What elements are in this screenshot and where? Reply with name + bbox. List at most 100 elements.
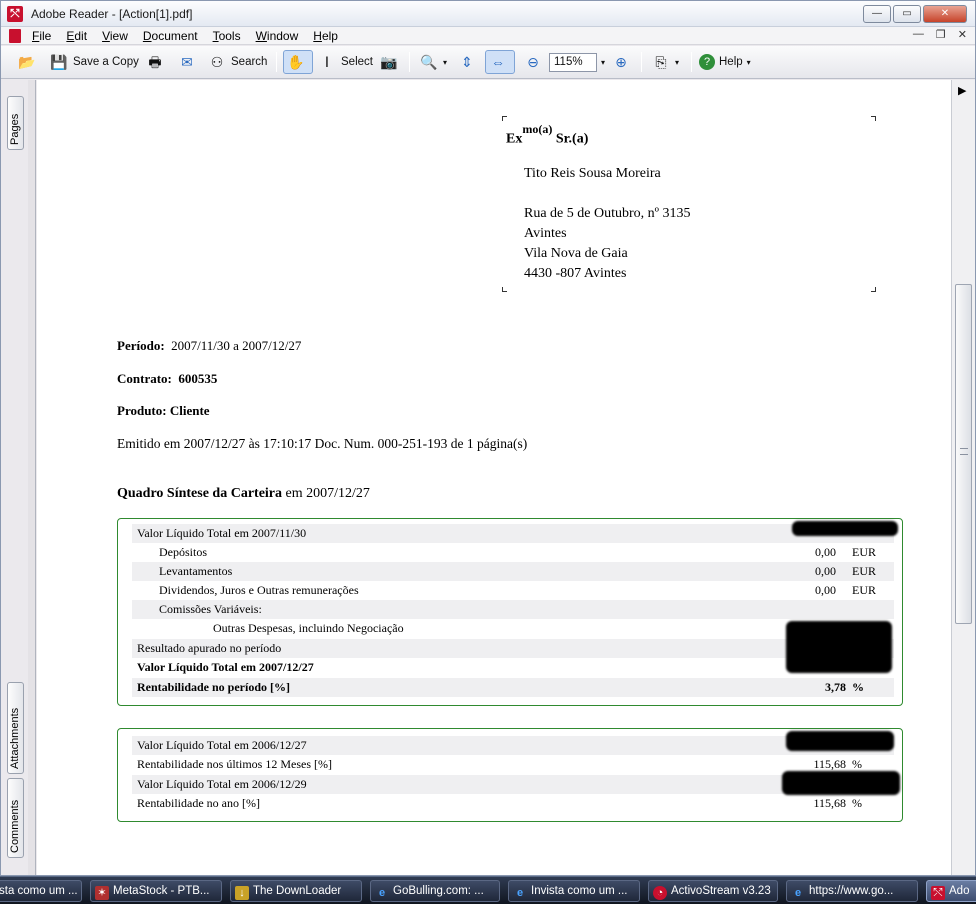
- panel-splitter[interactable]: [28, 80, 36, 875]
- taskbar-item-label: MetaStock - PTB...: [113, 885, 210, 897]
- row-percent: %: [852, 680, 864, 694]
- section-title: Quadro Síntese da Carteira em 2007/12/27: [117, 486, 370, 502]
- zoom-plus-icon[interactable]: ⊕: [611, 52, 631, 72]
- scroll-thumb[interactable]: [955, 284, 972, 624]
- taskbar-item-active[interactable]: ⤲ Ado: [926, 880, 976, 902]
- zoom-dropdown-icon[interactable]: ▾: [443, 58, 447, 67]
- row-currency: EUR: [852, 564, 876, 578]
- address-postcode: 4430 -807 Avintes: [524, 266, 627, 281]
- menu-file[interactable]: File: [31, 29, 52, 43]
- taskbar-item[interactable]: e Invista como um ...: [508, 880, 640, 902]
- vertical-scrollbar[interactable]: ▶: [951, 80, 975, 875]
- row-label: Resultado apurado no período: [137, 641, 282, 655]
- periodo: Período: 2007/11/30 a 2007/12/27: [117, 338, 301, 354]
- tab-pages[interactable]: Pages: [7, 96, 24, 150]
- table-row: Depósitos 0,00 EUR: [132, 543, 894, 562]
- taskbar-item[interactable]: sta como um ...: [0, 880, 82, 902]
- menu-edit[interactable]: Edit: [65, 29, 88, 43]
- help-label: Help: [719, 56, 743, 68]
- redaction-mark: [786, 731, 894, 751]
- maximize-button[interactable]: ▭: [893, 5, 921, 23]
- taskbar-item[interactable]: ◔ ActivoStream v3.23: [648, 880, 778, 902]
- minimize-button[interactable]: —: [863, 5, 891, 23]
- select-tool-button[interactable]: Ⅰ Select: [317, 50, 373, 74]
- zoom-in-icon[interactable]: 🔍: [419, 52, 439, 72]
- doc-close-icon[interactable]: ✕: [958, 28, 967, 41]
- document-page: Exmo(a) Sr.(a) Tito Reis Sousa Moreira R…: [37, 80, 951, 875]
- hand-icon: ✋: [287, 54, 305, 70]
- table-row: Rentabilidade no período [%] 3,78%: [132, 678, 894, 697]
- document-icon[interactable]: [9, 29, 21, 43]
- hand-tool-button[interactable]: ✋: [283, 50, 313, 74]
- row-label: Valor Líquido Total em 2007/12/27: [137, 660, 314, 674]
- menu-window[interactable]: Window: [255, 29, 300, 43]
- row-label: Levantamentos: [159, 564, 233, 578]
- table-row: Comissões Variáveis:: [132, 600, 894, 619]
- salutation-suffix: Sr.(a): [555, 131, 589, 147]
- ie-icon: e: [516, 887, 524, 899]
- produto: Produto: Cliente: [117, 403, 210, 419]
- table-row: Outras Despesas, incluindo Negociação: [132, 619, 894, 638]
- zoom-input[interactable]: 115%: [549, 52, 597, 72]
- tab-attachments[interactable]: Attachments: [7, 682, 24, 774]
- address-name: Tito Reis Sousa Moreira: [524, 166, 661, 181]
- salutation-prefix: Ex: [506, 131, 523, 147]
- doc-minimize-icon[interactable]: —: [913, 28, 924, 41]
- menu-view[interactable]: View: [101, 29, 129, 43]
- print-icon[interactable]: 🖶: [145, 52, 165, 72]
- taskbar-item-label: Ado: [949, 885, 970, 897]
- taskbar-item[interactable]: e https://www.go...: [786, 880, 918, 902]
- email-icon[interactable]: ✉: [177, 52, 197, 72]
- emitido: Emitido em 2007/12/27 às 17:10:17 Doc. N…: [117, 436, 528, 451]
- taskbar-item[interactable]: ↓ The DownLoader: [230, 880, 362, 902]
- adobe-reader-icon: ⤲: [931, 886, 945, 900]
- fit-height-icon[interactable]: ⇕: [457, 52, 477, 72]
- salutation-sup: mo(a): [522, 122, 553, 136]
- help-dropdown-icon: ▾: [746, 57, 751, 67]
- rotate-view-icon[interactable]: ⎘: [651, 52, 671, 72]
- address-locality: Avintes: [524, 226, 567, 241]
- tab-comments[interactable]: Comments: [7, 778, 24, 858]
- row-value: 0,00: [815, 583, 836, 597]
- doc-restore-icon[interactable]: ❐: [936, 28, 946, 41]
- activostream-icon: ◔: [653, 886, 667, 900]
- taskbar-item-label: The DownLoader: [253, 885, 342, 897]
- title-bar: ⤲ Adobe Reader - [Action[1].pdf] — ▭ ✕: [1, 1, 975, 27]
- taskbar-item[interactable]: e GoBulling.com: ...: [370, 880, 500, 902]
- scroll-arrow-icon[interactable]: ▶: [958, 84, 966, 97]
- tab-comments-label: Comments: [9, 799, 21, 853]
- help-button[interactable]: ? Help ▾: [699, 50, 751, 74]
- save-copy-label: Save a Copy: [73, 56, 139, 68]
- window-title: Adobe Reader - [Action[1].pdf]: [31, 7, 193, 21]
- menu-help[interactable]: Help: [312, 29, 339, 43]
- open-folder-icon[interactable]: 📂: [17, 52, 37, 72]
- periodo-value: 2007/11/30 a 2007/12/27: [171, 338, 302, 353]
- row-value: 3,78: [825, 680, 846, 694]
- row-label: Rentabilidade no período [%]: [137, 680, 291, 694]
- summary-box-1: Valor Líquido Total em 2007/11/30 Depósi…: [117, 518, 903, 706]
- fit-width-icon[interactable]: ⇔: [488, 52, 508, 72]
- zoom-out-icon[interactable]: ⊖: [523, 52, 543, 72]
- row-label: Valor Líquido Total em 2007/11/30: [137, 526, 307, 540]
- taskbar-item[interactable]: ✶ MetaStock - PTB...: [90, 880, 222, 902]
- redaction-mark: [786, 621, 892, 673]
- table-row: Valor Líquido Total em 2006/12/27: [132, 736, 894, 755]
- rotate-dropdown-icon[interactable]: ▾: [675, 58, 679, 67]
- ie-icon: e: [378, 887, 386, 899]
- menu-tools[interactable]: Tools: [212, 29, 242, 43]
- salutation: Exmo(a) Sr.(a): [506, 122, 589, 148]
- summary-box-2: Valor Líquido Total em 2006/12/27 Rentab…: [117, 728, 903, 822]
- taskbar-item-label: https://www.go...: [809, 885, 894, 897]
- table-row: Rentabilidade nos últimos 12 Meses [%] 11…: [132, 755, 894, 774]
- menu-document[interactable]: Document: [142, 29, 199, 43]
- table-row: Levantamentos 0,00 EUR: [132, 562, 894, 581]
- row-label: Depósitos: [159, 545, 207, 559]
- help-icon: ?: [699, 54, 715, 70]
- address-block: Exmo(a) Sr.(a) Tito Reis Sousa Moreira R…: [502, 116, 876, 292]
- table-row: Valor Líquido Total em 2006/12/29: [132, 775, 894, 794]
- snapshot-icon[interactable]: 📷: [379, 52, 399, 72]
- zoom-level-dropdown-icon[interactable]: ▾: [601, 58, 605, 67]
- search-button[interactable]: ⚇ Search: [207, 50, 268, 74]
- save-copy-button[interactable]: 💾 Save a Copy: [49, 50, 139, 74]
- close-button[interactable]: ✕: [923, 5, 967, 23]
